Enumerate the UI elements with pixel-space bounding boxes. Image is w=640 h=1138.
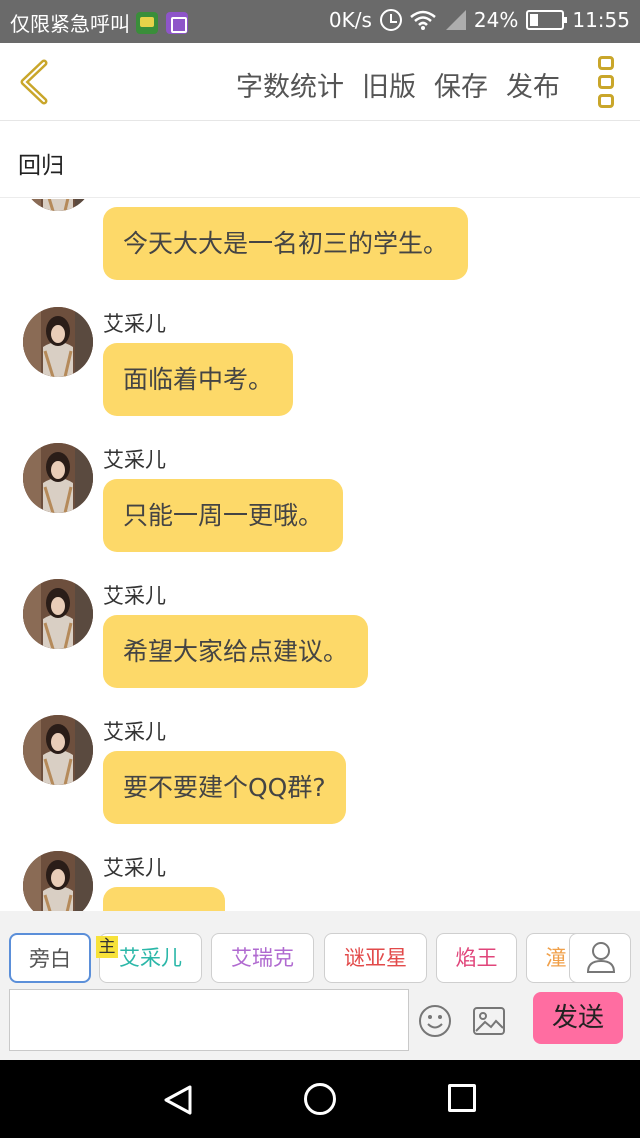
- nav-home-icon[interactable]: [304, 1083, 336, 1115]
- clock: 11:55: [572, 8, 630, 32]
- network-speed: 0K/s: [328, 8, 372, 32]
- save-button[interactable]: 保存: [434, 65, 488, 104]
- portrait-image: [23, 307, 93, 377]
- avatar[interactable]: [23, 579, 93, 649]
- chevron-left-icon: [20, 59, 48, 105]
- avatar[interactable]: [23, 715, 93, 785]
- more-dot-icon: [598, 94, 614, 108]
- message-bubble[interactable]: 面临着中考。: [103, 343, 294, 416]
- image-icon: [473, 1007, 505, 1035]
- chapter-title-bar[interactable]: 回归: [0, 122, 640, 198]
- header-actions: 字数统计 旧版 保存 发布: [218, 65, 560, 104]
- character-chip-miyaxing[interactable]: 谜亚星: [324, 933, 427, 983]
- person-icon: [586, 942, 616, 973]
- publish-button[interactable]: 发布: [506, 65, 560, 104]
- nav-recents-icon[interactable]: [448, 1084, 476, 1112]
- top-toolbar: 字数统计 旧版 保存 发布: [0, 43, 640, 121]
- portrait-image: [23, 579, 93, 649]
- carrier-text: 仅限紧急呼叫: [10, 12, 130, 36]
- speaker-name: 艾采儿: [103, 312, 166, 336]
- portrait-image: [23, 443, 93, 513]
- host-badge: 主: [96, 936, 118, 958]
- app-notification-icon: [136, 11, 158, 34]
- system-nav-bar: [0, 1060, 640, 1138]
- gallery-notification-icon: [166, 11, 188, 34]
- signal-icon: [444, 10, 466, 30]
- message-bubble[interactable]: [103, 887, 225, 911]
- avatar[interactable]: [23, 851, 93, 911]
- portrait-image: [23, 851, 93, 911]
- avatar[interactable]: [23, 443, 93, 513]
- message-input[interactable]: [9, 989, 409, 1051]
- more-menu-button[interactable]: [598, 56, 618, 108]
- composer: 旁白 艾采儿 艾瑞克 谜亚星 焰王 潼 主 发送: [0, 911, 640, 1060]
- chapter-title: 回归: [18, 153, 64, 179]
- message-bubble[interactable]: 希望大家给点建议。: [103, 615, 369, 688]
- status-bar: 仅限紧急呼叫 0K/s 24% 11:55: [0, 0, 640, 43]
- message-bubble[interactable]: 只能一周一更哦。: [103, 479, 344, 552]
- speaker-name: 艾采儿: [103, 856, 166, 880]
- old-version-button[interactable]: 旧版: [362, 65, 416, 104]
- wifi-icon: [410, 10, 436, 30]
- send-button[interactable]: 发送: [533, 992, 623, 1044]
- status-left: 仅限紧急呼叫: [10, 8, 188, 37]
- smiley-icon: [419, 1005, 451, 1037]
- character-selector[interactable]: 旁白 艾采儿 艾瑞克 谜亚星 焰王 潼: [0, 933, 580, 985]
- nav-back-icon[interactable]: [162, 1084, 194, 1116]
- manage-characters-button[interactable]: [569, 933, 631, 983]
- back-button[interactable]: [14, 57, 58, 107]
- portrait-image: [23, 199, 93, 211]
- image-button[interactable]: [472, 1006, 506, 1036]
- status-right: 0K/s 24% 11:55: [321, 8, 630, 32]
- character-chip-yanwang[interactable]: 焰王: [436, 933, 517, 983]
- avatar[interactable]: [23, 307, 93, 377]
- message-bubble[interactable]: 要不要建个QQ群?: [103, 751, 346, 824]
- more-dot-icon: [598, 75, 614, 89]
- battery-icon: [526, 10, 568, 30]
- character-chip-airuike[interactable]: 艾瑞克: [211, 933, 314, 983]
- more-dot-icon: [598, 56, 614, 70]
- avatar[interactable]: [23, 199, 93, 211]
- word-count-button[interactable]: 字数统计: [236, 65, 344, 104]
- portrait-image: [23, 715, 93, 785]
- speaker-name: 艾采儿: [103, 584, 166, 608]
- chat-list[interactable]: 今天大大是一名初三的学生。 艾采儿 面临着中考。 艾采儿 只能一周一更哦。 艾采…: [0, 199, 640, 911]
- speaker-name: 艾采儿: [103, 720, 166, 744]
- speaker-name: 艾采儿: [103, 448, 166, 472]
- message-bubble[interactable]: 今天大大是一名初三的学生。: [103, 207, 469, 280]
- character-chip-narrator[interactable]: 旁白: [9, 933, 91, 983]
- alarm-icon: [379, 9, 402, 31]
- emoji-button[interactable]: [418, 1004, 452, 1038]
- battery-percent: 24%: [473, 8, 519, 32]
